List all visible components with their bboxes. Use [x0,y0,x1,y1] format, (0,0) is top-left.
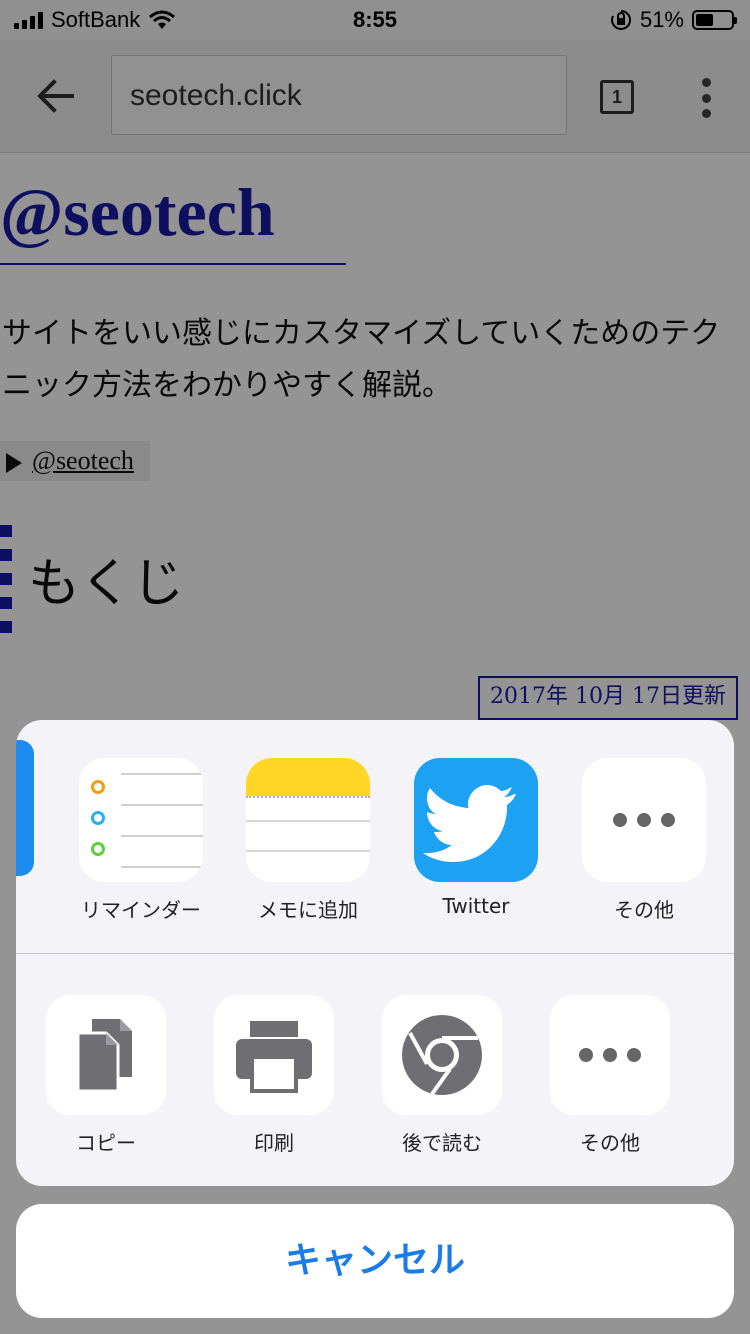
action-label: 印刷 [254,1131,294,1155]
share-app-reminders[interactable]: リマインダー [76,758,206,923]
share-app-twitter[interactable]: Twitter [411,758,541,918]
share-sheet: リマインダー メモに追加 Twitter その他 コピー 印刷 後で読む その他 [16,720,734,1186]
cancel-button[interactable]: キャンセル [16,1204,734,1318]
share-app-more[interactable]: その他 [579,758,709,923]
share-app-label: その他 [614,898,674,922]
action-copy[interactable]: コピー [41,995,171,1156]
scrolled-app-tile[interactable] [16,740,34,876]
more-icon [550,995,670,1115]
share-app-label: メモに追加 [258,898,358,922]
action-print[interactable]: 印刷 [209,995,339,1156]
twitter-icon [414,758,538,882]
copy-icon [46,995,166,1115]
action-label: その他 [580,1131,640,1155]
notes-icon [246,758,370,882]
print-icon [214,995,334,1115]
action-read-later[interactable]: 後で読む [377,995,507,1156]
action-label: コピー [76,1131,136,1155]
reminders-icon [79,758,203,882]
share-app-label: リマインダー [81,898,201,922]
action-more[interactable]: その他 [545,995,675,1156]
share-app-label: Twitter [442,894,510,918]
more-icon [582,758,706,882]
action-label: 後で読む [402,1131,482,1155]
sheet-divider [16,953,734,954]
share-app-notes[interactable]: メモに追加 [243,758,373,923]
chrome-icon [382,995,502,1115]
